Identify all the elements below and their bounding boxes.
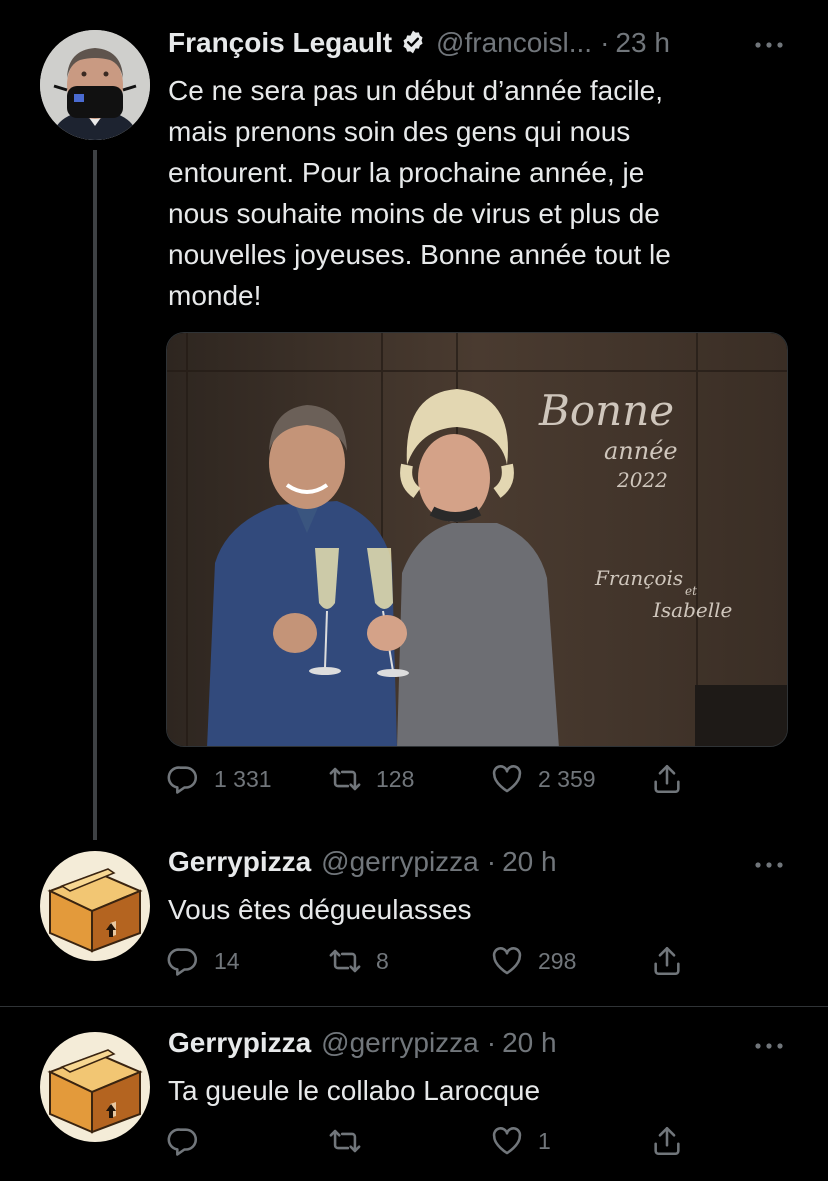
reply-button[interactable] [166,1124,200,1158]
share-icon [650,1124,684,1158]
tweet-actions: 1 [166,1124,706,1164]
tweet-text-line: Ta gueule le collabo Larocque [168,1075,541,1106]
retweet-button[interactable] [328,1124,362,1158]
reply-icon [166,1124,200,1158]
separator-dot: · [486,1027,497,1058]
timestamp[interactable]: 20 h [502,1027,557,1059]
heart-icon [490,1124,524,1158]
tweet-header: Gerrypizza @gerrypizza · 20 h [168,1027,557,1067]
like-button[interactable]: 1 [490,1124,551,1158]
like-count: 1 [538,1127,551,1154]
avatar[interactable] [40,1032,150,1142]
more-icon[interactable] [754,1041,784,1051]
tweet-text: Ta gueule le collabo Larocque [168,1070,540,1111]
share-button[interactable] [650,1124,684,1158]
author-handle[interactable]: @gerrypizza [321,1027,479,1059]
retweet-icon [328,1124,362,1158]
tweet-reply[interactable]: Gerrypizza @gerrypizza · 20 h Ta gueule … [0,0,828,1181]
author-name[interactable]: Gerrypizza [168,1027,311,1059]
